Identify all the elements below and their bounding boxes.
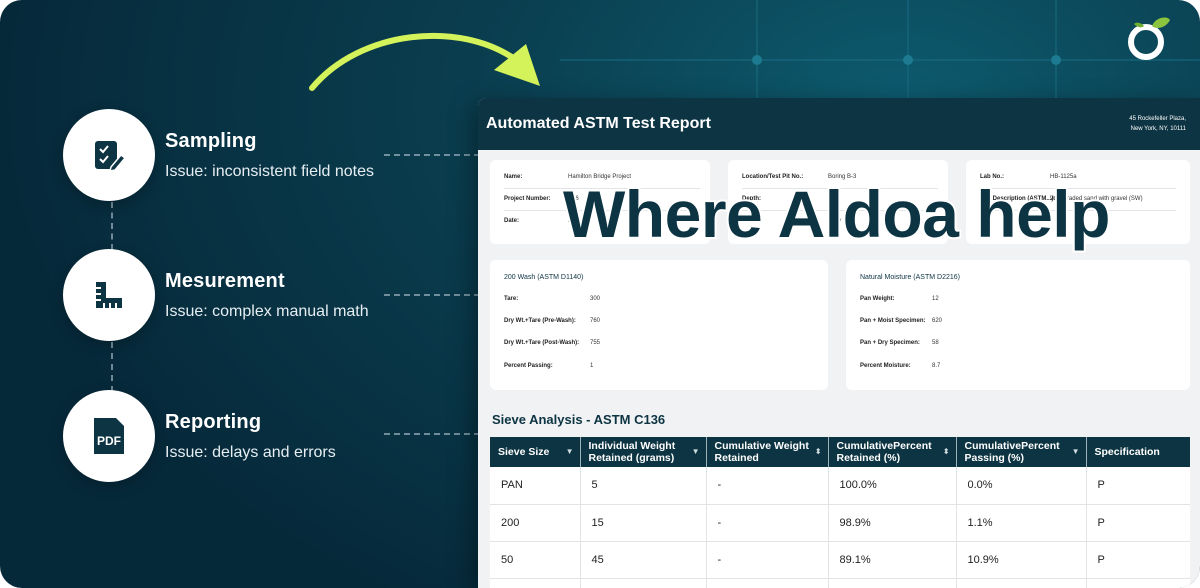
field-value: 12 (932, 296, 939, 302)
step-icon-circle (63, 249, 155, 341)
column-header-sieve-size[interactable]: Sieve Size ▼ (490, 437, 581, 467)
step-measurement: Mesurement Issue: complex manual math (63, 249, 369, 341)
field-value: 620 (932, 318, 943, 324)
field-label: Pan + Dry Specimen: (860, 340, 920, 346)
wash-card: 200 Wash (ASTM D1140) Tare: 300 Dry Wt.+… (490, 260, 828, 390)
step-link-1 (384, 154, 480, 156)
checklist-pen-icon (95, 141, 127, 172)
table-cell: 100.0% (828, 467, 957, 505)
field-label: Pan + Moist Specimen: (860, 318, 926, 324)
report-address: 45 Rockefeller Plaza, New York, NY, 1011… (1129, 116, 1186, 132)
filter-icon[interactable]: ▼ (692, 446, 700, 458)
sieve-section-title: Sieve Analysis - ASTM C136 (492, 412, 666, 427)
step-connector-1 (111, 202, 113, 250)
report-preview: Automated ASTM Test Report 45 Rockefelle… (478, 98, 1200, 588)
table-cell: P (1086, 504, 1190, 542)
field-label: Dry Wt.+Tare (Pre-Wash): (504, 318, 576, 324)
table-cell: 15 (580, 504, 707, 542)
pdf-file-icon: PDF (94, 418, 124, 454)
field-label: Dry Wt.+Tare (Post-Wash): (504, 340, 580, 346)
step-reporting: PDF Reporting Issue: delays and errors (63, 390, 336, 482)
field-label: Name: (504, 174, 523, 180)
field-value: 58 (932, 340, 939, 346)
table-cell (580, 578, 707, 588)
table-cell: 5 (580, 467, 707, 505)
table-row: PAN 5 - 100.0% 0.0% P (490, 467, 1190, 505)
brand-logo-icon (1128, 17, 1170, 60)
column-header-individual-weight[interactable]: Individual Weight Retained (grams) ▼ (580, 437, 707, 467)
field-value: 760 (590, 318, 601, 324)
ruler-icon (96, 282, 122, 308)
table-cell: 200 (490, 504, 581, 542)
step-title: Reporting (165, 410, 262, 433)
step-icon-circle (63, 109, 155, 201)
field-label: Percent Moisture: (860, 363, 911, 369)
table-cell: 0.0% (956, 467, 1087, 505)
table-cell: 50 (490, 541, 581, 579)
report-title: Automated ASTM Test Report (486, 115, 711, 132)
field-label: Date: (504, 218, 520, 224)
table-cell: 10.9% (956, 541, 1087, 579)
column-header-cumulative-weight[interactable]: Cumulative Weight Retained ⬍ (706, 437, 829, 467)
step-issue: Issue: inconsistent field notes (165, 162, 375, 180)
table-cell: P (1086, 541, 1190, 579)
pdf-icon-label: PDF (97, 434, 121, 448)
step-link-2 (384, 294, 480, 296)
table-cell (1086, 578, 1190, 588)
sort-icon[interactable]: ⬍ (943, 446, 950, 458)
field-label: Tare: (504, 296, 519, 302)
field-value: 8.7 (932, 363, 941, 369)
filter-icon[interactable]: ▼ (1072, 446, 1080, 458)
card-title: 200 Wash (ASTM D1140) (504, 274, 584, 281)
table-cell: P (1086, 467, 1190, 505)
report-header: Automated ASTM Test Report 45 Rockefelle… (478, 98, 1200, 150)
table-row: 200 15 - 98.9% 1.1% P (490, 504, 1190, 542)
filter-icon[interactable]: ▼ (566, 446, 574, 458)
table-cell (490, 578, 581, 588)
field-label: Pan Weight: (860, 296, 895, 302)
table-row: 50 45 - 89.1% 10.9% P (490, 541, 1190, 579)
table-cell: PAN (490, 467, 581, 505)
step-title: Sampling (165, 129, 257, 152)
column-header-cumulative-percent-retained[interactable]: CumulativePercent Retained (%) ⬍ (828, 437, 957, 467)
step-title: Mesurement (165, 269, 285, 292)
table-cell: - (706, 541, 829, 579)
step-link-3 (384, 433, 480, 435)
step-icon-circle: PDF (63, 390, 155, 482)
table-cell: 1.1% (956, 504, 1087, 542)
field-label: Project Number: (504, 196, 551, 202)
column-header-specification[interactable]: Specification (1086, 437, 1190, 467)
banner-canvas: Sampling Issue: inconsistent field notes… (0, 0, 1200, 588)
field-value: 755 (590, 340, 601, 346)
field-label: Percent Passing: (504, 363, 553, 369)
table-cell (956, 578, 1087, 588)
overlay-headline: Where Aldoa help (561, 175, 1112, 253)
curved-arrow (309, 32, 519, 91)
step-sampling: Sampling Issue: inconsistent field notes (63, 109, 374, 201)
table-cell: 98.9% (828, 504, 957, 542)
table-cell: - (706, 467, 829, 505)
table-cell (706, 578, 829, 588)
card-title: Natural Moisture (ASTM D2216) (860, 274, 960, 281)
table-cell: 89.1% (828, 541, 957, 579)
step-issue: Issue: delays and errors (165, 443, 336, 461)
table-header-row: Sieve Size ▼ Individual Weight Retained … (490, 437, 1190, 467)
step-issue: Issue: complex manual math (165, 302, 369, 320)
table-row (490, 578, 1190, 588)
sieve-table: Sieve Size ▼ Individual Weight Retained … (490, 437, 1190, 588)
table-cell: 45 (580, 541, 707, 579)
moisture-card: Natural Moisture (ASTM D2216) Pan Weight… (846, 260, 1190, 390)
column-header-cumulative-percent-passing[interactable]: CumulativePercent Passing (%) ▼ (956, 437, 1087, 467)
step-connector-2 (111, 342, 113, 392)
table-cell (828, 578, 957, 588)
table-cell: - (706, 504, 829, 542)
field-value: 1 (590, 363, 594, 369)
sort-icon[interactable]: ⬍ (815, 446, 822, 458)
field-value: 300 (590, 296, 601, 302)
